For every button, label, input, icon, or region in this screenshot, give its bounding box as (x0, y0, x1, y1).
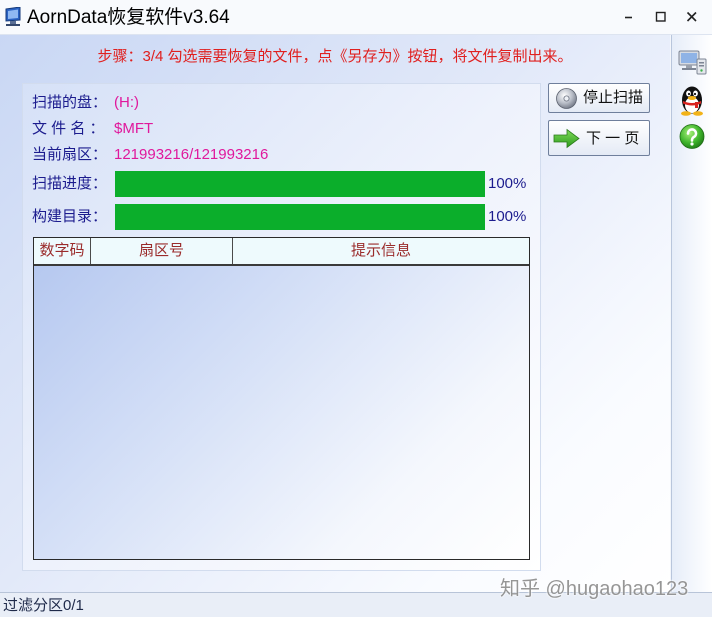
watermark: 知乎 @hugaohao123 (500, 578, 689, 600)
current-sector-label: 当前扇区： (32, 146, 108, 163)
file-name-label: 文 件 名 ： (32, 120, 105, 137)
disk-label: 扫描的盘： (32, 94, 108, 111)
right-sidebar (671, 35, 712, 592)
build-directory-label: 构建目录： (32, 208, 108, 225)
maximize-icon[interactable] (652, 8, 670, 26)
file-name-value: $MFT (114, 120, 154, 137)
scan-progress-fill (115, 171, 485, 197)
help-question-icon[interactable] (679, 123, 705, 150)
build-directory-percent: 100% (488, 208, 527, 225)
scan-progress-label: 扫描进度： (32, 175, 108, 192)
close-icon[interactable] (683, 8, 701, 26)
green-arrow-right-icon (553, 128, 580, 149)
partition-filter-status: 过滤分区0/1 (3, 597, 84, 614)
qq-penguin-icon[interactable] (679, 84, 705, 116)
table-header: 数字码 扇区号 提示信息 (34, 238, 529, 266)
column-header-sector[interactable]: 扇区号 (91, 238, 233, 264)
next-page-button[interactable]: 下 一 页 (548, 120, 650, 156)
scan-progress-bar (115, 171, 485, 197)
build-directory-bar (115, 204, 485, 230)
next-page-label: 下 一 页 (586, 130, 640, 147)
disk-value: (H:) (114, 94, 139, 111)
window-title: AornData恢复软件v3.64 (27, 7, 230, 28)
column-header-code[interactable]: 数字码 (34, 238, 91, 264)
column-header-message[interactable]: 提示信息 (233, 238, 529, 264)
current-sector-value: 121993216/121993216 (114, 146, 269, 163)
step-instruction: 步骤：3/4 勾选需要恢复的文件，点《另存为》按钮，将文件复制出来。 (97, 48, 573, 65)
app-monitor-icon (5, 7, 21, 26)
stop-scan-label: 停止扫描 (583, 89, 644, 106)
minimize-icon[interactable] (620, 8, 638, 26)
network-computer-icon[interactable] (677, 47, 708, 78)
sector-table[interactable]: 数字码 扇区号 提示信息 (33, 237, 530, 560)
title-bar[interactable]: AornData恢复软件v3.64 (0, 0, 712, 35)
build-directory-fill (115, 204, 485, 230)
stop-scan-button[interactable]: 停止扫描 (548, 83, 650, 113)
scan-progress-percent: 100% (488, 175, 527, 192)
disc-icon (556, 88, 577, 109)
